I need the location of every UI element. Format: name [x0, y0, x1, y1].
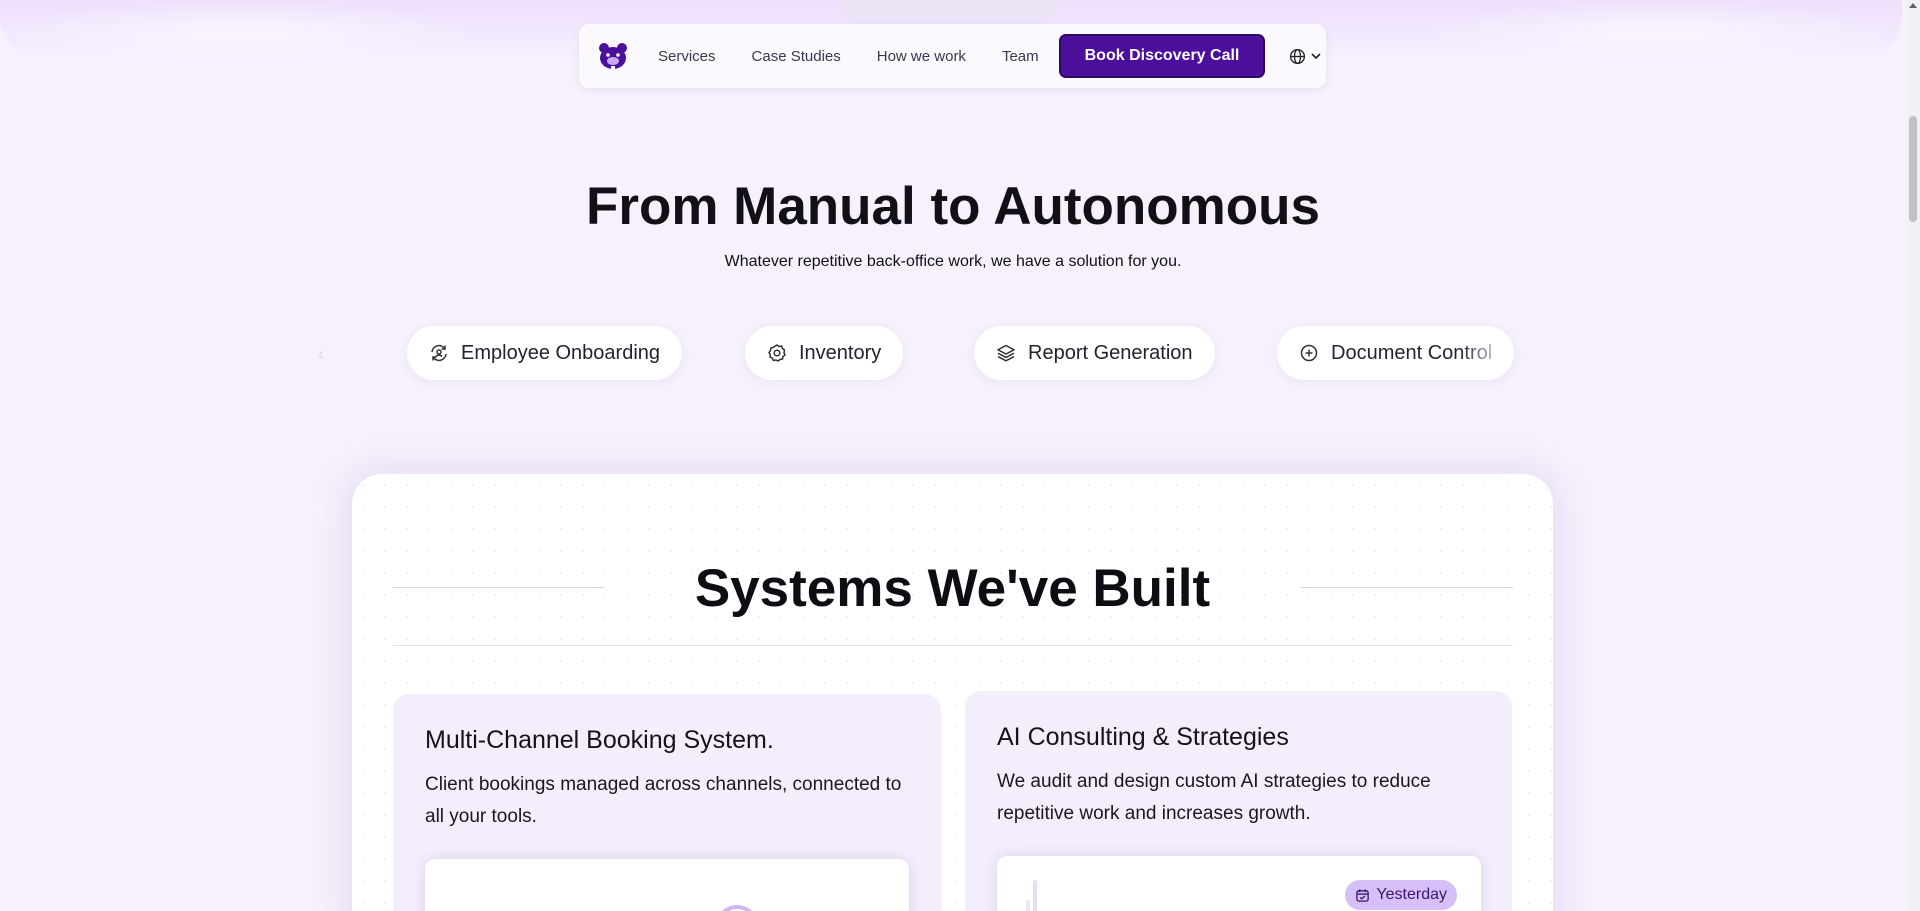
date-badge[interactable]: Yesterday — [1345, 880, 1457, 910]
solution-pill-label: Employee Onboarding — [461, 341, 661, 364]
system-card-title: Multi-Channel Booking System. — [425, 726, 774, 754]
hero-glow-left — [0, 0, 480, 63]
page-scrollbar[interactable] — [1906, 0, 1920, 911]
solution-pill-employee-onboarding[interactable]: Employee Onboarding — [407, 326, 683, 380]
book-discovery-call-button[interactable]: Book Discovery Call — [1058, 34, 1266, 78]
solution-pill-document-control[interactable]: Document Control — [1277, 326, 1515, 380]
nav-link-how-we-work[interactable]: How we work — [877, 48, 966, 65]
system-card-ai-consulting[interactable]: AI Consulting & Strategies We audit and … — [965, 691, 1512, 911]
system-card-description: We audit and design custom AI strategies… — [997, 771, 1431, 824]
system-card-booking[interactable]: Multi-Channel Booking System. Client boo… — [393, 694, 941, 911]
hero-cap — [838, 0, 1058, 24]
chevron-down-icon — [1311, 53, 1321, 60]
nav-link-team[interactable]: Team — [1002, 48, 1039, 65]
solution-pill-label: Document Control — [1331, 341, 1493, 364]
solution-pill-report-generation[interactable]: Report Generation — [974, 326, 1215, 380]
top-navigation: Services Case Studies How we work Team B… — [579, 24, 1326, 88]
globe-icon — [1290, 48, 1306, 64]
plus-circle-icon — [1300, 344, 1318, 362]
section-divider — [393, 645, 1513, 646]
layers-icon — [997, 344, 1015, 362]
nav-link-services[interactable]: Services — [658, 48, 716, 65]
solution-pill-label: Inventory — [799, 341, 882, 364]
consulting-preview-panel: Yesterday — [997, 856, 1481, 911]
system-card-title: AI Consulting & Strategies — [997, 723, 1289, 751]
refresh-user-icon — [431, 344, 447, 362]
systems-title: Systems We've Built — [694, 559, 1211, 618]
systems-section: Systems We've Built Multi-Channel Bookin… — [352, 474, 1553, 911]
chart-bar — [1033, 880, 1037, 911]
hero-glow-right — [1420, 0, 1900, 63]
gear-icon — [768, 344, 786, 362]
preview-graphic — [715, 905, 759, 911]
nav-link-case-studies[interactable]: Case Studies — [752, 48, 841, 65]
booking-preview-panel — [425, 859, 909, 911]
calendar-icon — [1356, 888, 1370, 902]
scroll-up-arrow-icon[interactable] — [1909, 3, 1917, 8]
solution-pill-label: Report Generation — [1028, 341, 1193, 364]
logo-icon[interactable] — [596, 38, 630, 74]
page-title: From Manual to Autonomous — [585, 177, 1321, 236]
page-subtitle: Whatever repetitive back-office work, we… — [724, 253, 1182, 270]
solution-pill-inventory[interactable]: Inventory — [745, 326, 904, 380]
language-selector[interactable] — [1289, 48, 1322, 65]
chart-bar — [1026, 900, 1030, 911]
system-card-description: Client bookings managed across channels,… — [425, 774, 902, 827]
date-badge-label: Yesterday — [1376, 886, 1447, 903]
chevron-left-icon: ‹ — [318, 344, 324, 364]
page: Services Case Studies How we work Team B… — [0, 0, 1920, 911]
scroll-thumb[interactable] — [1909, 116, 1917, 222]
